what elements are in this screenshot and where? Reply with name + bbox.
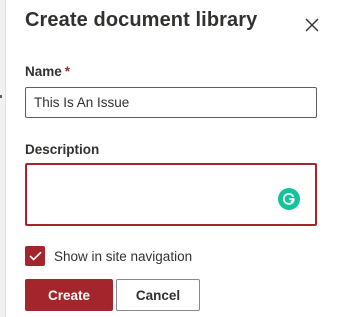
create-library-panel: Create document library Name* Descriptio… bbox=[6, 0, 341, 317]
description-label: Description bbox=[25, 142, 100, 157]
checkmark-icon bbox=[28, 251, 42, 261]
checkbox-label: Show in site navigation bbox=[54, 248, 193, 264]
name-label-text: Name bbox=[25, 64, 62, 79]
checkbox-box[interactable] bbox=[25, 246, 45, 266]
name-input[interactable] bbox=[25, 87, 317, 118]
grammarly-g-glyph bbox=[282, 193, 295, 205]
grammarly-icon[interactable] bbox=[278, 188, 300, 210]
close-icon bbox=[305, 18, 319, 32]
background-page-mark bbox=[0, 95, 2, 98]
name-label: Name * bbox=[25, 64, 70, 79]
panel-title: Create document library bbox=[25, 9, 258, 31]
create-button[interactable]: Create bbox=[25, 279, 113, 311]
required-marker: * bbox=[64, 64, 71, 79]
cancel-button[interactable]: Cancel bbox=[116, 279, 200, 311]
show-in-navigation-checkbox[interactable]: Show in site navigation bbox=[25, 246, 192, 266]
description-input[interactable] bbox=[25, 163, 317, 226]
close-button[interactable] bbox=[300, 13, 324, 37]
